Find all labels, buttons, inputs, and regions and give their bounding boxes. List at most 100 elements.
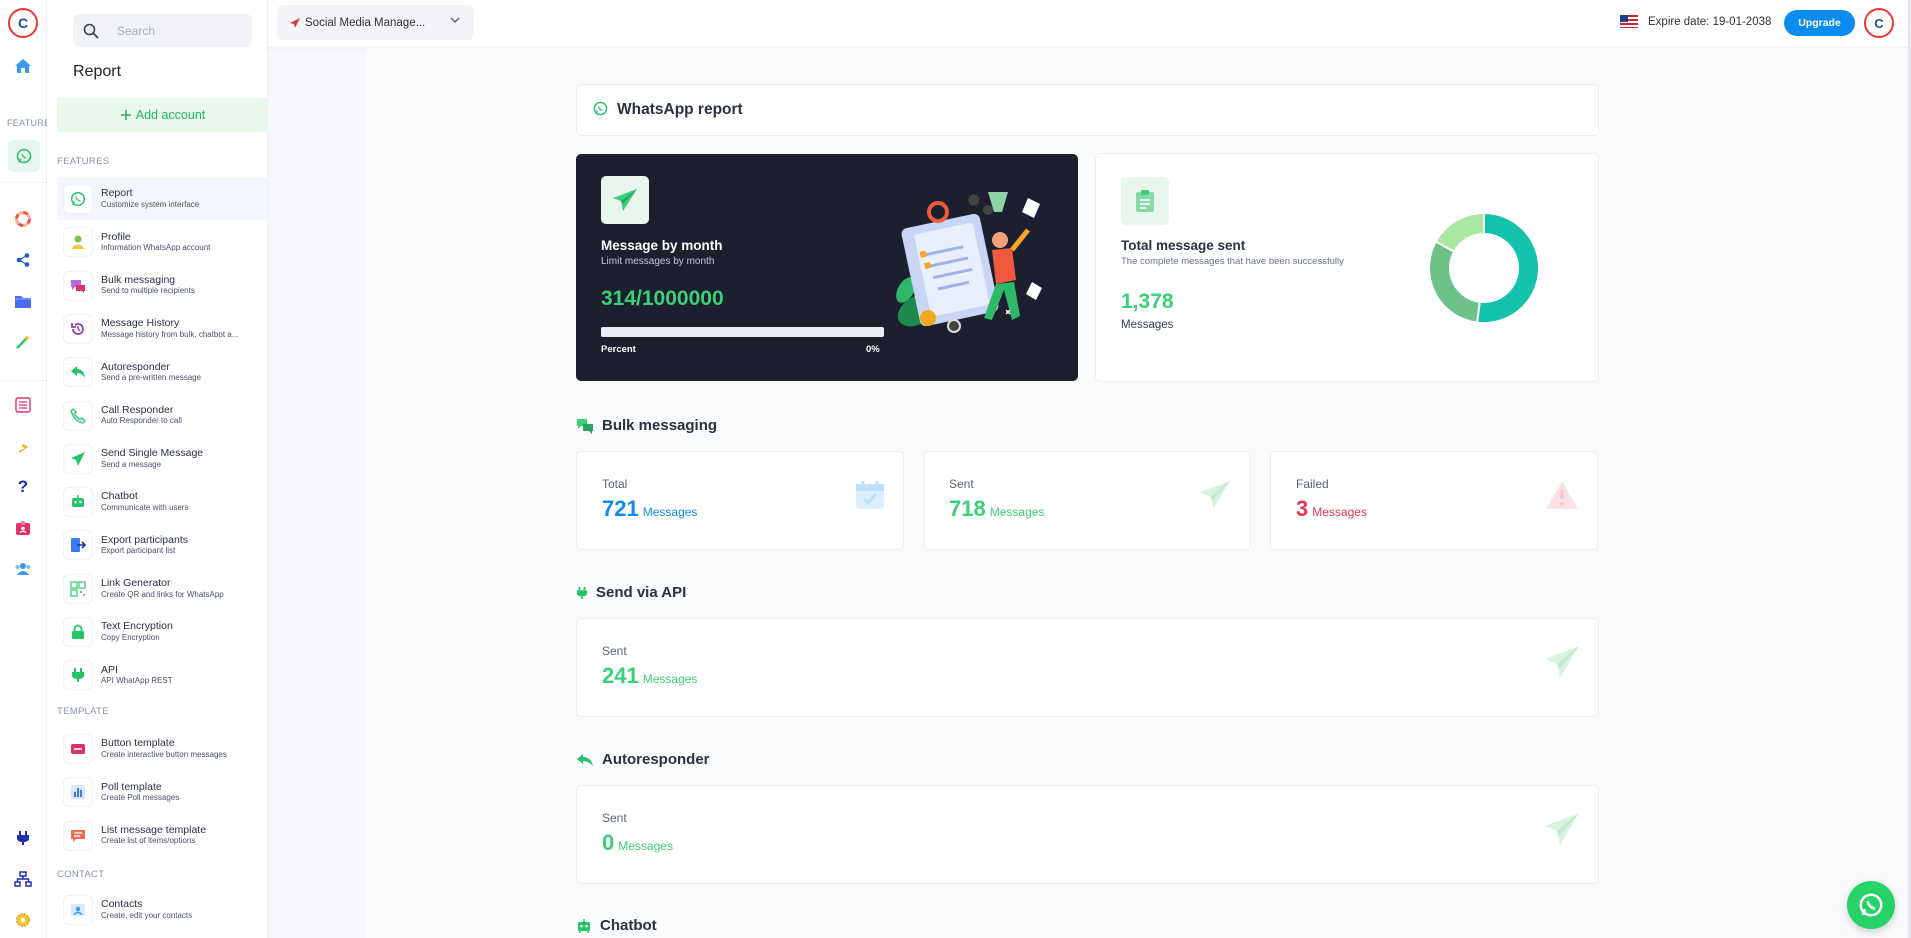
sidebar-item-text: Send Single Message Send a message [101,448,203,469]
sidebar-item-label: Poll template [101,781,162,793]
chat-bubbles-icon [577,418,593,434]
sidebar-item-api[interactable]: API API WhatApp REST [57,654,267,696]
history-icon [63,313,93,344]
magic-wand-icon[interactable] [11,330,35,354]
total-card-count: 1,378 [1121,290,1174,313]
sidebar-item-subtitle: Information WhatsApp account [101,243,211,253]
paper-plane-icon [1545,813,1579,845]
month-card-title: Message by month [601,238,723,253]
bulk-stat-label-failed: Failed [1296,477,1329,491]
sidebar-item-contacts[interactable]: Contacts Create, edit your contacts [57,889,267,931]
bulk-stat-value-group-sent: 718 Messages [949,496,1044,522]
sidebar-item-bulk-messaging[interactable]: Bulk messaging Send to multiple recipient… [57,265,267,307]
sidebar-item-text: Autoresponder Send a pre-written message [101,362,201,383]
total-card-unit: Messages [1121,319,1174,331]
sidebar-item-button-template[interactable]: Button template Create interactive button… [57,728,267,770]
sidebar-item-subtitle: Send a pre-written message [101,373,202,383]
sidebar-item-send-single-message[interactable]: Send Single Message Send a message [57,438,267,480]
sidebar-item-subtitle: Export participant list [101,546,176,556]
total-card-title: Total message sent [1121,238,1246,253]
autoresponder-stat-value: 0 [602,830,615,855]
sidebar-item-link-generator[interactable]: Link Generator Create QR and links for Wh… [57,568,267,610]
gear-icon[interactable] [11,908,35,932]
sidebar-item-export-participants[interactable]: Export participants Export participant li… [57,524,267,566]
plug-icon [576,586,588,599]
bulk-stat-value-sent: 718 [949,496,986,521]
project-select[interactable]: Social Media Manage... [277,5,474,40]
search-input[interactable] [117,23,237,38]
page-title: WhatsApp report [617,101,743,118]
lifebuoy-icon[interactable] [11,207,35,231]
sidebar-item-label: Send Single Message [101,448,204,460]
total-message-card: Total message sent The complete messages… [1095,153,1599,382]
sidebar-item-label: Export participants [101,534,188,546]
sidebar-item-label: Chatbot [101,491,138,503]
bing-icon[interactable] [11,434,35,458]
chatbot-section-label: Chatbot [600,917,657,934]
chatbot-section-title: Chatbot [576,917,657,934]
search-icon [83,23,99,39]
reply-icon [63,357,93,388]
plug-icon[interactable] [11,826,35,850]
upgrade-button[interactable]: Upgrade [1784,10,1855,36]
sidebar-item-text-encryption[interactable]: Text Encryption Copy Encryption [57,611,267,653]
autoresponder-stat-value-group: 0 Messages [602,830,673,856]
autoresponder-stat-unit: Messages [618,839,673,853]
autoresponder-section-title: Autoresponder [576,751,710,768]
app-logo[interactable]: C [8,8,38,38]
warning-icon [1545,480,1579,515]
users-icon[interactable] [11,557,35,581]
sidebar-item-text: Text Encryption Copy Encryption [101,621,173,642]
add-account-button[interactable]: Add account [57,98,267,132]
sidebar-item-text: Profile Information WhatsApp account [101,232,210,253]
robot-icon [63,487,93,518]
api-stat-card: Sent 241 Messages [576,618,1599,717]
us-flag-icon[interactable] [1620,15,1638,28]
sidebar-item-profile[interactable]: Profile Information WhatsApp account [57,221,267,263]
contact-heading: CONTACT [57,869,105,880]
list-icon[interactable] [11,393,35,417]
paper-plane-icon [1198,480,1232,515]
id-badge-icon[interactable] [11,516,35,540]
sidebar-item-text: Export participants Export participant li… [101,535,188,556]
paper-plane-icon [601,176,649,224]
sidebar-item-list-message-template[interactable]: List message template Create list of item… [57,815,267,857]
sidebar-item-label: Call Responder [101,404,174,416]
sidebar-item-subtitle: Send a message [101,459,162,469]
sidebar-item-text: Poll template Create Poll messages [101,782,179,803]
sidebar-item-text: Contacts Create, edit your contacts [101,899,192,920]
whatsapp-icon [1859,893,1883,917]
avatar[interactable]: C [1864,8,1894,38]
plus-icon [120,110,131,120]
sidebar-item-subtitle: Create list of items/options [101,836,196,846]
sidebar-item-report[interactable]: Report Customize system interface [57,178,267,220]
sidebar-item-message-history[interactable]: Message History Message history from bulk… [57,308,267,350]
share-icon[interactable] [11,248,35,272]
help-icon[interactable]: ? [11,475,35,499]
folder-icon[interactable] [11,289,35,313]
donut-chart [1428,211,1540,324]
bulk-stat-unit-total: Messages [642,505,698,519]
bulk-stat-label-total: Total [602,477,628,491]
bulk-stat-unit-failed: Messages [1312,505,1367,519]
sidebar-item-subtitle: Create interactive button messages [101,749,227,759]
sidebar-item-text: List message template Create list of item… [101,825,206,846]
home-icon[interactable] [11,54,35,78]
sidebar-item-chatbot[interactable]: Chatbot Communicate with users [57,481,267,523]
autoresponder-stat-label: Sent [602,811,627,825]
sitemap-icon[interactable] [11,867,35,891]
whatsapp-icon [63,184,93,214]
whatsapp-chat-button[interactable] [1847,881,1895,929]
sidebar-item-subtitle: Communicate with users [101,502,189,512]
sidebar-item-call-responder[interactable]: Call Responder Auto Responder to call [57,395,267,437]
sidebar-item-text: Chatbot Communicate with users [101,491,189,512]
sidebar-item-subtitle: Create QR and links for WhatsApp [101,589,224,599]
message-by-month-card: Message by month Limit messages by month… [576,154,1078,381]
percent-label: Percent [601,344,636,355]
donut-slice-1 [1475,211,1540,324]
sidebar-item-label: List message template [101,824,207,836]
sidebar-item-autoresponder[interactable]: Autoresponder Send a pre-written message [57,351,267,393]
search-box[interactable] [73,14,252,47]
sidebar-item-poll-template[interactable]: Poll template Create Poll messages [57,771,267,813]
whatsapp-icon[interactable] [8,140,40,172]
